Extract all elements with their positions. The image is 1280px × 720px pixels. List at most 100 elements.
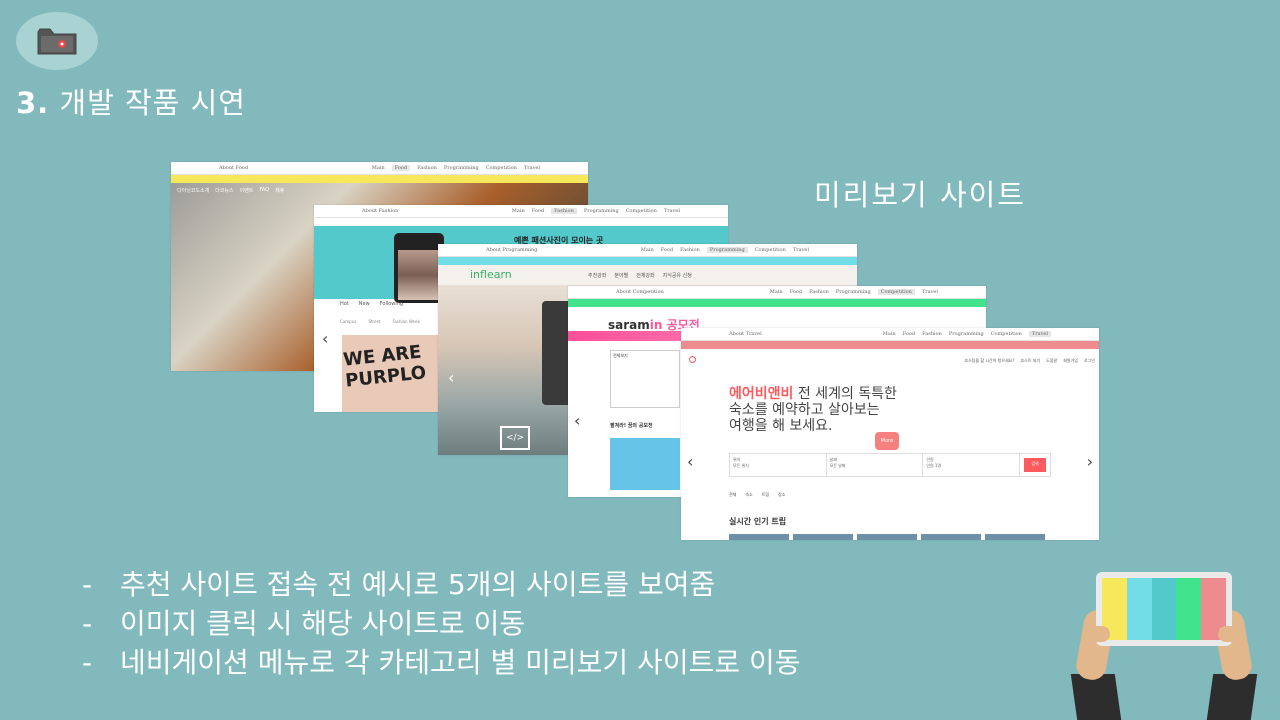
tab-all[interactable]: 전체 — [729, 492, 736, 498]
nav-item-programming[interactable]: Programming — [706, 247, 748, 253]
toplink[interactable]: 로그인 — [1084, 358, 1095, 364]
date-label: 날짜 — [829, 457, 838, 462]
tab-trips[interactable]: 트립 — [762, 492, 769, 498]
travel-headline: 에어비앤비 전 세계의 독특한 숙소를 예약하고 살아보는 여행을 해 보세요. — [729, 386, 897, 434]
category-item[interactable]: Street — [368, 319, 380, 324]
nav-item-fashion[interactable]: Fashion — [551, 208, 577, 214]
preview-label: 미리보기 사이트 — [814, 178, 1026, 212]
nav-item-competition[interactable]: Competition — [877, 289, 915, 295]
nav-item-programming[interactable]: Programming — [444, 165, 479, 171]
location-label: 위치 — [733, 457, 741, 462]
nav-item-fashion[interactable]: Fashion — [680, 247, 700, 253]
nav-item-competition[interactable]: Competition — [486, 165, 517, 171]
bullet-marker: - — [82, 646, 93, 679]
nav-item-competition[interactable]: Competition — [991, 331, 1022, 337]
competition-subtitle: 펼쳐라! 꿈의 공모전 — [610, 423, 653, 429]
nav-item-main[interactable]: Main — [641, 247, 654, 253]
menu-item[interactable]: 추천강좌 — [588, 272, 606, 279]
right-sleeve — [1206, 674, 1258, 720]
mini-nav-menu: Main Food Fashion Programming Competitio… — [770, 289, 938, 295]
nav-item-food[interactable]: Food — [391, 165, 411, 171]
chevron-left-icon[interactable]: ‹ — [687, 452, 693, 471]
site-title: About Food — [219, 165, 249, 171]
nav-item-competition[interactable]: Competition — [626, 208, 657, 214]
slide-title: 3. 개발 작품 시연 — [16, 80, 246, 122]
inflearn-logo[interactable]: inflearn — [470, 268, 512, 281]
airbnb-logo-icon[interactable] — [689, 356, 696, 363]
bullet-list: - 추천 사이트 접속 전 예시로 5개의 사이트를 보여줌 - 이미지 클릭 시 … — [82, 565, 801, 682]
more-button[interactable]: More — [875, 432, 899, 450]
nav-item-travel[interactable]: Travel — [793, 247, 809, 253]
photo-nav: 다이닝코드소개 다코뉴스 이벤트 FAQ 제휴 — [177, 187, 284, 194]
nav-item-food[interactable]: Food — [532, 208, 544, 214]
location-field[interactable]: 위치 모든 위치 — [730, 454, 827, 476]
tab-following[interactable]: Following — [380, 301, 403, 307]
tab-places[interactable]: 장소 — [778, 492, 785, 498]
toplink[interactable]: 회원가입 — [1063, 358, 1078, 364]
inflearn-header: inflearn 추천강좌 분야별 전체강좌 지식공유 신청 — [438, 265, 857, 285]
photo-nav-item: 다코뉴스 — [215, 188, 234, 194]
category-item[interactable]: Fashion Week — [392, 319, 419, 324]
nav-item-fashion[interactable]: Fashion — [809, 289, 829, 295]
nav-item-main[interactable]: Main — [372, 165, 385, 171]
nav-item-food[interactable]: Food — [903, 331, 915, 337]
tab-new[interactable]: New — [359, 301, 370, 307]
tab-stays[interactable]: 숙소 — [745, 492, 752, 498]
chevron-left-icon[interactable]: ‹ — [574, 411, 580, 430]
toplink[interactable]: 호스팅을 할 시간이 왔으세요? — [964, 358, 1014, 364]
toplink[interactable]: 도움말 — [1046, 358, 1057, 364]
nav-item-fashion[interactable]: Fashion — [417, 165, 437, 171]
date-field[interactable]: 날짜 모든 날짜 — [827, 454, 924, 476]
folder-icon — [37, 28, 77, 55]
tab-hot[interactable]: Hot — [340, 301, 349, 307]
chevron-right-icon[interactable]: › — [1087, 452, 1093, 471]
search-button[interactable]: 검색 — [1024, 458, 1047, 472]
fashion-categories: Campus Street Fashion Week — [340, 319, 420, 324]
mini-nav-menu: Main Food Fashion Programming Competitio… — [512, 208, 680, 214]
toplink[interactable]: 호스트 되기 — [1021, 358, 1041, 364]
guests-field[interactable]: 인원 인원 1명 — [923, 454, 1021, 476]
guests-label: 인원 — [926, 457, 934, 462]
nav-item-travel[interactable]: Travel — [1028, 331, 1051, 337]
bullet-item: - 네비게이션 메뉴로 각 카테고리 별 미리보기 사이트로 이동 — [82, 643, 801, 682]
site-title: About Fashion — [362, 208, 399, 214]
trip-thumb[interactable] — [985, 534, 1045, 540]
nav-item-programming[interactable]: Programming — [836, 289, 871, 295]
nav-item-main[interactable]: Main — [512, 208, 525, 214]
nav-item-travel[interactable]: Travel — [664, 208, 680, 214]
nav-item-main[interactable]: Main — [883, 331, 896, 337]
trip-thumb[interactable] — [729, 534, 789, 540]
nav-item-travel[interactable]: Travel — [922, 289, 938, 295]
trip-thumb[interactable] — [857, 534, 917, 540]
menu-item[interactable]: 전체강좌 — [636, 272, 654, 279]
nav-item-competition[interactable]: Competition — [755, 247, 786, 253]
bullet-text: 네비게이션 메뉴로 각 카테고리 별 미리보기 사이트로 이동 — [120, 646, 801, 679]
bullet-item: - 추천 사이트 접속 전 예시로 5개의 사이트를 보여줌 — [82, 565, 801, 604]
chevron-left-icon[interactable]: ‹ — [448, 368, 454, 387]
nav-item-programming[interactable]: Programming — [584, 208, 619, 214]
guests-value: 인원 1명 — [926, 463, 942, 468]
nav-item-food[interactable]: Food — [661, 247, 673, 253]
preview-card-travel[interactable]: About Travel Main Food Fashion Programmi… — [681, 328, 1099, 540]
category-item[interactable]: Campus — [340, 319, 356, 324]
headline-brand: 에어비앤비 — [729, 386, 794, 402]
nav-item-travel[interactable]: Travel — [524, 165, 540, 171]
bullet-text: 이미지 클릭 시 해당 사이트로 이동 — [120, 607, 526, 640]
accent-bar — [681, 341, 1099, 349]
nav-item-programming[interactable]: Programming — [949, 331, 984, 337]
nav-item-main[interactable]: Main — [770, 289, 783, 295]
section-title: 실시간 인기 트립 — [729, 517, 787, 526]
chevron-left-icon[interactable]: ‹ — [322, 329, 328, 348]
brand-main: saram — [608, 318, 650, 332]
menu-item[interactable]: 분야별 — [614, 272, 628, 279]
trip-thumb[interactable] — [921, 534, 981, 540]
date-value: 모든 날짜 — [829, 463, 846, 468]
trip-thumb[interactable] — [793, 534, 853, 540]
accent-bar — [568, 299, 986, 307]
mini-nav: About Travel Main Food Fashion Programmi… — [681, 328, 1099, 341]
menu-item[interactable]: 지식공유 신청 — [663, 272, 692, 279]
nav-item-food[interactable]: Food — [790, 289, 802, 295]
nav-item-fashion[interactable]: Fashion — [922, 331, 942, 337]
fashion-tabs: Hot New Following — [340, 301, 403, 307]
bullet-marker: - — [82, 568, 93, 601]
